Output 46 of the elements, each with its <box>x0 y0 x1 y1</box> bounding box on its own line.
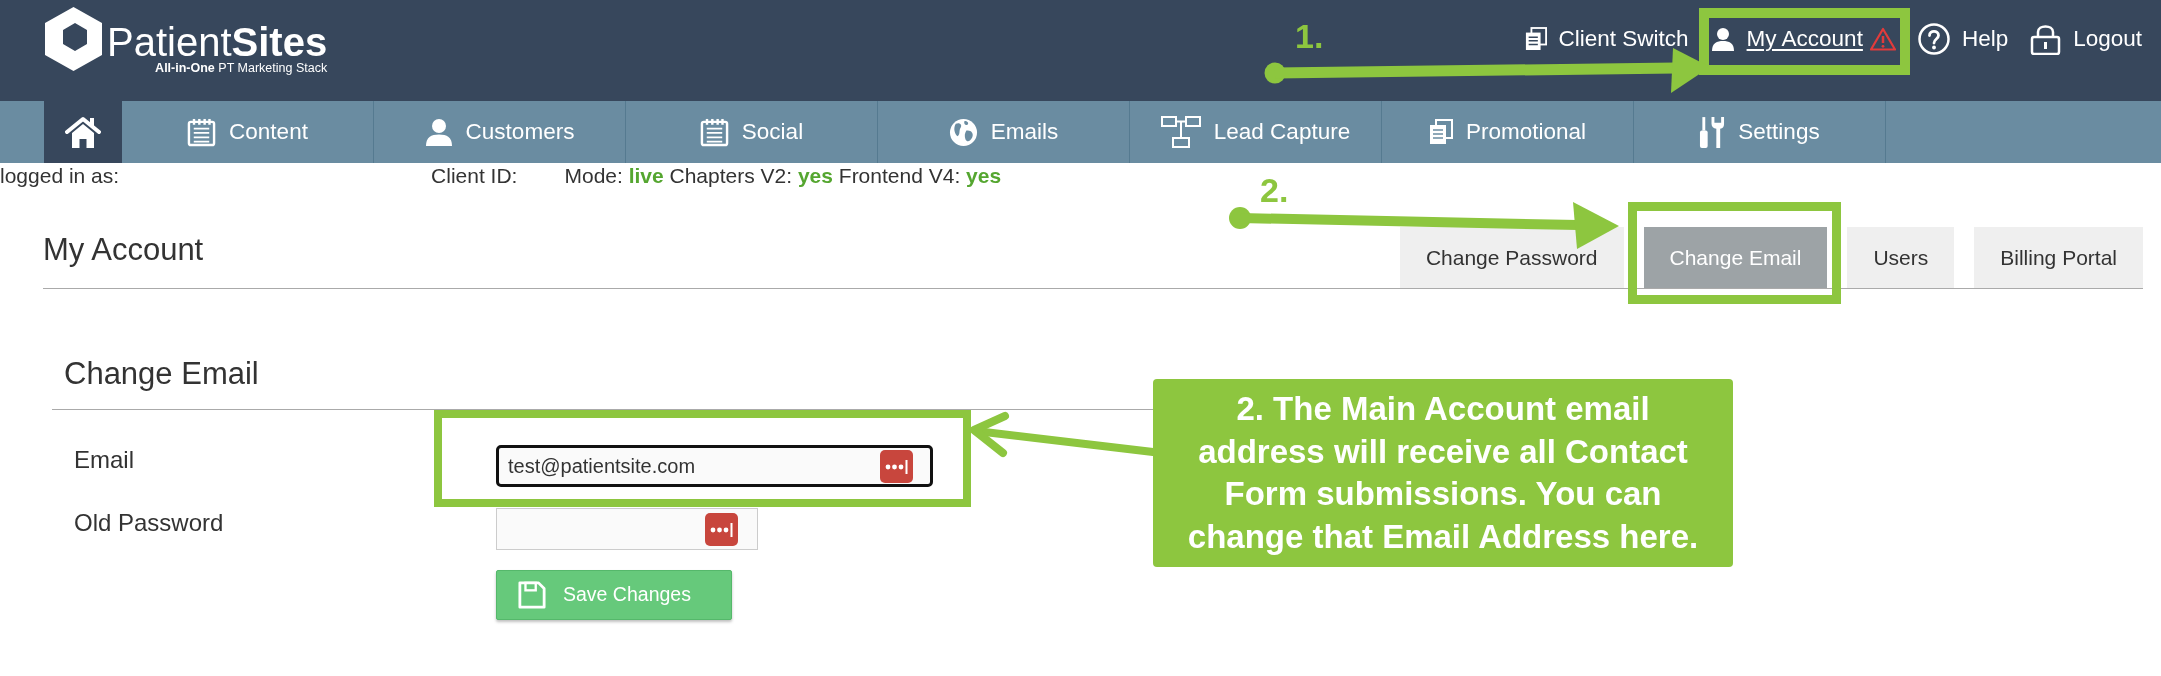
header-link[interactable]: Help <box>1917 23 2009 55</box>
session-label: logged in as: <box>0 163 120 188</box>
field-label: Old Password <box>74 509 224 536</box>
client-id-label: Client ID: <box>431 163 518 188</box>
section-title: Change Email <box>64 355 259 392</box>
flowchart-icon <box>1160 116 1201 148</box>
nav-tab[interactable]: Content <box>122 101 374 163</box>
hexagon-logo-icon <box>44 6 103 72</box>
tab[interactable]: Change Email <box>1643 227 1828 288</box>
nav-tab[interactable]: Social <box>626 101 878 163</box>
tab[interactable]: Change Password <box>1399 227 1624 288</box>
mode-status-text: Mode: live Chapters V2: yes Frontend V4: yes <box>564 163 1002 188</box>
tools-icon <box>1699 115 1726 149</box>
input-field[interactable]: test@patientsite.com <box>496 445 933 487</box>
save-button[interactable]: Save Changes <box>496 570 732 620</box>
callout-note: 2. The Main Account email address will receive all Contact Form submissions. You can change that Email Address here. <box>1153 379 1733 567</box>
nav-tab[interactable]: Emails <box>878 101 1130 163</box>
person-icon <box>1710 27 1735 51</box>
page-title: My Account <box>43 231 204 269</box>
field-label: Email <box>74 446 134 473</box>
password-dots-icon <box>880 449 913 483</box>
help-icon <box>1917 23 1950 55</box>
step-number: 1. <box>1295 19 1324 53</box>
tab[interactable]: Billing Portal <box>1974 227 2143 288</box>
person-icon <box>424 118 453 146</box>
nav-tab[interactable]: Settings <box>1634 101 1886 163</box>
nav-tab[interactable]: Lead Capture <box>1130 101 1382 163</box>
nav-tab[interactable]: Customers <box>374 101 626 163</box>
logo-tagline: All-in-One PT Marketing Stack <box>155 61 328 75</box>
documents-icon <box>1428 119 1453 145</box>
header-link[interactable]: Logout <box>2030 23 2142 55</box>
notepad-icon <box>699 117 729 147</box>
input-field[interactable] <box>496 508 758 550</box>
house-icon <box>65 115 101 149</box>
header-link[interactable]: Client Switch <box>1524 23 1689 55</box>
logo-wordmark: PatientSites <box>107 19 328 64</box>
tab[interactable]: Users <box>1847 227 1955 288</box>
notepad-icon <box>187 117 217 147</box>
header-link[interactable]: My Account <box>1710 23 1896 55</box>
nav-tab[interactable]: Promotional <box>1382 101 1634 163</box>
documents-icon <box>1524 27 1547 51</box>
globe-icon <box>948 117 978 147</box>
home-tab[interactable] <box>44 101 122 163</box>
step-number: 2. <box>1260 173 1289 207</box>
password-dots-icon <box>705 512 738 546</box>
lock-icon <box>2030 23 2062 55</box>
